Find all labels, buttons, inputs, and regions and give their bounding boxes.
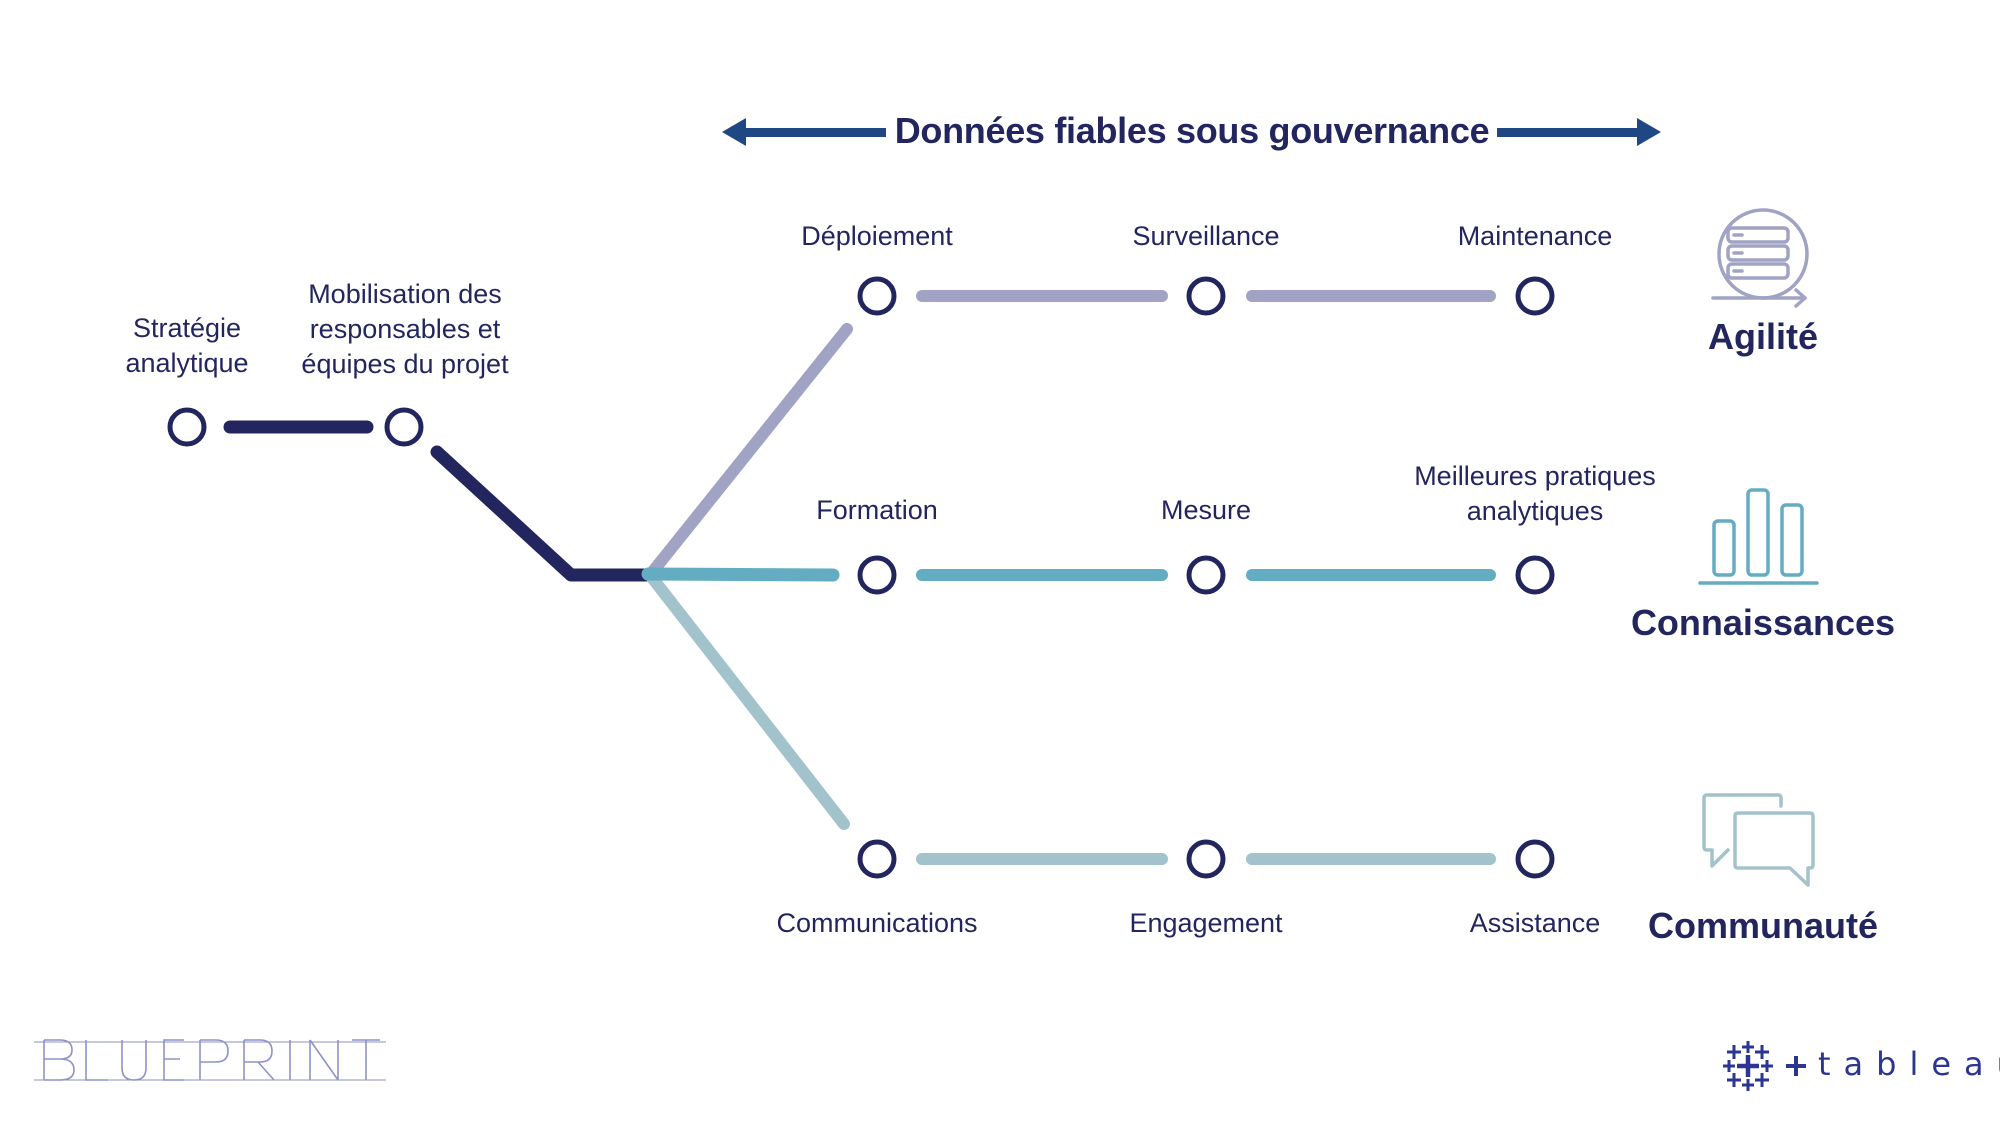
outcome-connaissances: Connaissances [1630,602,1896,643]
label-deploiement: Déploiement [801,221,953,251]
label-line: analytique [125,348,249,378]
label-strategie-analytique: Stratégie analytique [125,311,248,381]
node-maintenance [1515,276,1555,316]
community-branch-connector [644,569,850,830]
node-formation [857,555,897,595]
bar-chart-icon [1698,488,1819,585]
outcome-agilite: Agilité [1707,316,1819,357]
outcome-communaute: Communauté [1647,905,1879,946]
label-line: Mobilisation des [308,279,502,309]
label-line: Stratégie [132,313,242,343]
tableau-logo-mark [1723,1041,1806,1091]
label-meilleures-pratiques: Meilleures pratiques analytiques [1414,459,1656,529]
server-stack-cycle-icon [1711,208,1809,308]
node-meilleures-pratiques [1515,555,1555,595]
label-assistance: Assistance [1469,908,1601,938]
header-right-arrow [1497,118,1661,146]
node-surveillance [1186,276,1226,316]
label-maintenance: Maintenance [1457,221,1613,251]
label-line: Meilleures pratiques [1414,461,1656,491]
label-line: équipes du projet [301,349,509,379]
label-line: analytiques [1466,496,1604,526]
label-mobilisation: Mobilisation des responsables et équipes… [301,277,508,382]
label-surveillance: Surveillance [1132,221,1280,251]
trunk-segment-2 [430,445,657,582]
node-communications [857,839,897,879]
node-deploiement [857,276,897,316]
label-engagement: Engagement [1129,908,1283,938]
label-formation: Formation [816,495,938,525]
node-strategie-analytique [167,407,207,447]
label-line: responsables et [309,314,501,344]
label-mesure: Mesure [1160,495,1252,525]
knowledge-branch-connector [641,567,840,582]
node-assistance [1515,839,1555,879]
trunk-line [223,420,657,582]
agility-branch-connector [644,323,853,581]
chat-bubbles-icon [1702,793,1815,887]
tableau-wordmark: tableau [1818,1045,2000,1083]
node-engagement [1186,839,1226,879]
diagram-canvas [34,118,1819,1091]
label-communications: Communications [776,908,978,938]
header-title: Données fiables sous gouvernance [894,110,1490,151]
header-left-arrow [722,118,886,146]
blueprint-logo [34,1039,386,1081]
node-mesure [1186,555,1226,595]
node-mobilisation [384,407,424,447]
